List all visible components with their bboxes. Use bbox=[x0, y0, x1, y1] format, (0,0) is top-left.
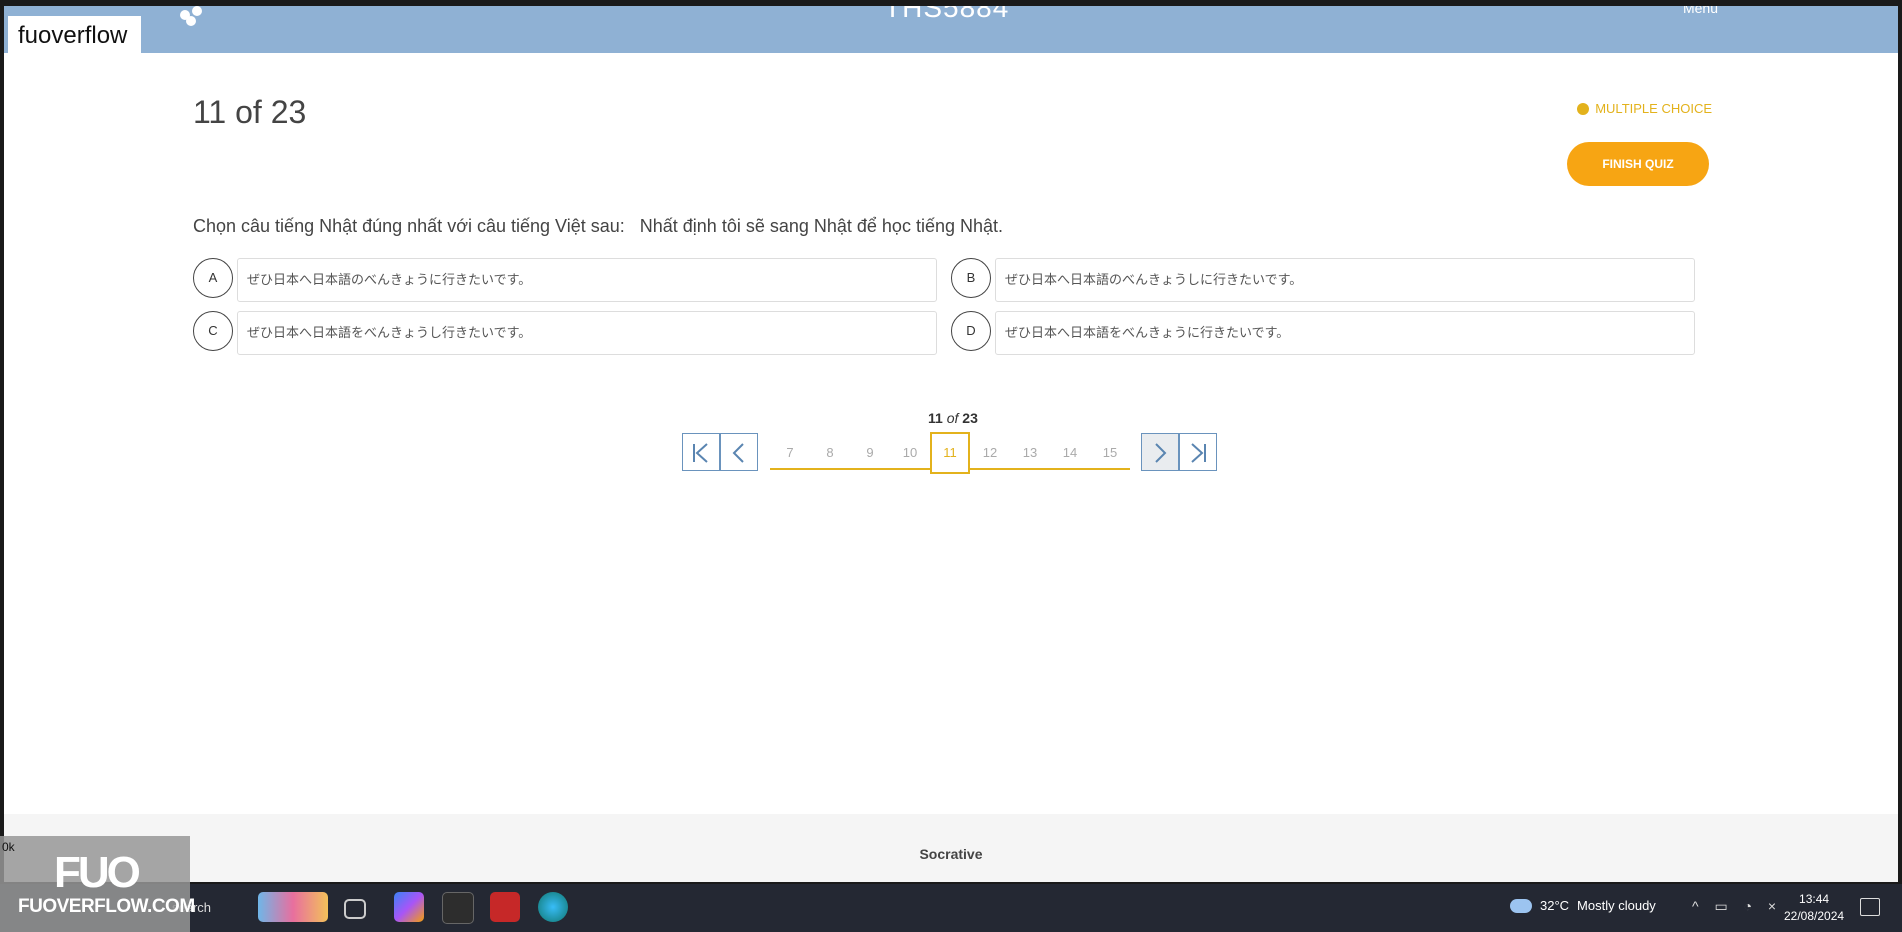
weather-widget[interactable]: 32°C Mostly cloudy bbox=[1510, 898, 1656, 913]
question-progress: 11 of 23 bbox=[193, 94, 307, 130]
page-number[interactable]: 10 bbox=[890, 436, 930, 470]
menu-button[interactable]: Menu bbox=[1683, 6, 1718, 16]
page-number[interactable]: 14 bbox=[1050, 436, 1090, 470]
choice-text[interactable]: ぜひ日本へ日本語のべんきょうしに行きたいです。 bbox=[995, 258, 1695, 302]
quiz-window: THS5884 Menu fuoverflow 11 of 23 MULTIPL… bbox=[4, 6, 1898, 882]
clock-date: 22/08/2024 bbox=[1784, 909, 1845, 923]
page-number[interactable]: 13 bbox=[1010, 436, 1050, 470]
pager-current: 11 bbox=[928, 410, 943, 426]
pager-label: 11 of 23 bbox=[928, 410, 978, 426]
clock[interactable]: 13:44 22/08/2024 bbox=[1784, 891, 1844, 925]
notification-icon[interactable] bbox=[1860, 898, 1880, 916]
choice-letter[interactable]: B bbox=[951, 258, 991, 298]
watermark-site: FUOVERFLOW.COM bbox=[18, 896, 195, 917]
edge-browser-icon[interactable] bbox=[538, 892, 568, 922]
weather-desc: Mostly cloudy bbox=[1577, 898, 1656, 913]
page-number[interactable]: 8 bbox=[810, 436, 850, 470]
room-name: THS5884 bbox=[884, 6, 1010, 23]
finish-quiz-button[interactable]: FINISH QUIZ bbox=[1567, 142, 1709, 186]
watermark-logo: FUO bbox=[54, 848, 141, 897]
cloud-icon bbox=[1510, 898, 1532, 913]
last-page-button[interactable] bbox=[1179, 433, 1217, 471]
taskbar: search 32°C Mostly cloudy ^ ▭ ◔ × 13:44 … bbox=[0, 884, 1902, 932]
last-page-icon bbox=[1191, 443, 1206, 463]
pager-of: of bbox=[946, 410, 959, 426]
chevron-right-icon bbox=[1155, 443, 1167, 463]
app-icon[interactable] bbox=[490, 892, 520, 922]
choice-letter[interactable]: D bbox=[951, 311, 991, 351]
weather-temp: 32°C bbox=[1540, 898, 1570, 913]
prev-page-button[interactable] bbox=[720, 433, 758, 471]
choice-letter[interactable]: A bbox=[193, 258, 233, 298]
task-view-icon[interactable] bbox=[344, 899, 366, 919]
page-number[interactable]: 12 bbox=[970, 436, 1010, 470]
search-highlight-icon[interactable] bbox=[258, 892, 328, 922]
first-page-icon bbox=[693, 443, 708, 463]
watermark-ok: 0k bbox=[2, 840, 15, 854]
brand-label: fuoverflow bbox=[8, 16, 142, 56]
question-type-dot-icon bbox=[1577, 102, 1590, 115]
choice-text[interactable]: ぜひ日本へ日本語をべんきょうに行きたいです。 bbox=[995, 311, 1695, 355]
watermark: 0k FUO FUOVERFLOW.COM bbox=[0, 836, 195, 932]
page-number[interactable]: 7 bbox=[770, 436, 810, 470]
question-type: MULTIPLE CHOICE bbox=[1577, 101, 1712, 116]
footer: Socrative bbox=[4, 814, 1898, 882]
clock-time: 13:44 bbox=[1799, 892, 1830, 906]
page-number[interactable]: 15 bbox=[1090, 436, 1130, 470]
page-number[interactable]: 9 bbox=[850, 436, 890, 470]
choice-text[interactable]: ぜひ日本へ日本語をべんきょうし行きたいです。 bbox=[237, 311, 937, 355]
next-page-button[interactable] bbox=[1141, 433, 1179, 471]
question-type-label: MULTIPLE CHOICE bbox=[1595, 101, 1712, 116]
choice-text[interactable]: ぜひ日本へ日本語のべんきょうに行きたいです。 bbox=[237, 258, 937, 302]
top-bar: THS5884 Menu bbox=[4, 6, 1898, 53]
choice-letter[interactable]: C bbox=[193, 311, 233, 351]
terminal-icon[interactable] bbox=[442, 892, 474, 924]
page-number-current[interactable]: 11 bbox=[930, 432, 970, 474]
socrative-logo-icon bbox=[178, 6, 214, 26]
footer-brand: Socrative bbox=[919, 846, 983, 862]
first-page-button[interactable] bbox=[682, 433, 720, 471]
copilot-icon[interactable] bbox=[394, 892, 424, 922]
question-text: Chọn câu tiếng Nhật đúng nhất với câu ti… bbox=[193, 216, 1003, 236]
chevron-left-icon bbox=[732, 443, 744, 463]
system-tray-icons[interactable]: ^ ▭ ◔ × bbox=[1692, 898, 1782, 915]
pager-total: 23 bbox=[962, 410, 978, 426]
